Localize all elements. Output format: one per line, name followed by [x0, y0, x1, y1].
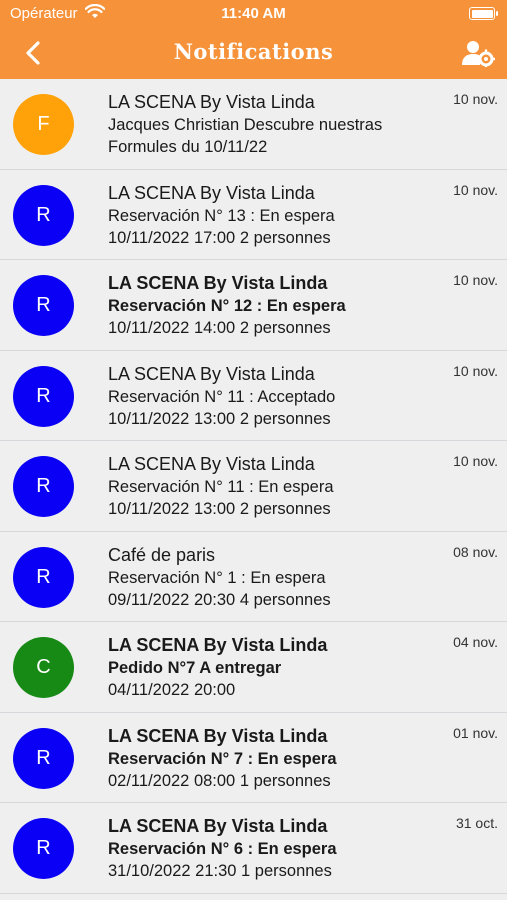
notification-detail: 04/11/2022 20:00 [108, 681, 236, 699]
notification-subject: Reservación N° 12 : En espera [108, 297, 346, 315]
notification-text: LA SCENA By Vista Linda Reservación N° 7 … [108, 724, 428, 792]
notification-detail: 31/10/2022 21:30 1 personnes [108, 862, 332, 880]
avatar: C [13, 637, 74, 698]
battery-icon [469, 7, 498, 20]
avatar-initial: C [36, 656, 51, 678]
notification-subject: Reservación N° 13 : En espera [108, 206, 335, 225]
avatar-initial: R [36, 203, 51, 226]
notification-row[interactable]: R LA SCENA By Vista Linda Reservación N° 1… [0, 170, 507, 260]
navigation-bar: Notifications [0, 27, 507, 79]
avatar: R [13, 456, 74, 517]
notification-title: Café de paris [108, 544, 216, 565]
notification-subject: Pedido N°7 A entregar [108, 659, 282, 677]
notification-text: Café de paris Reservación N° 1 : En esper… [108, 543, 428, 611]
clock: 11:40 AM [221, 5, 286, 22]
avatar-initial: R [36, 746, 51, 769]
notification-date: 10 nov. [453, 181, 498, 198]
notification-title: LA SCENA By Vista Linda [108, 725, 328, 746]
notification-subject: Reservación N° 1 : En espera [108, 568, 326, 587]
notification-text: LA SCENA By Vista Linda Reservación N° 13… [108, 181, 428, 249]
notification-title: LA SCENA By Vista Linda [108, 182, 315, 203]
notification-date: 10 nov. [453, 272, 498, 288]
avatar-initial: R [36, 384, 51, 407]
notification-date: 10 nov. [453, 453, 498, 469]
notification-date: 10 nov. [453, 362, 498, 379]
avatar-initial: R [36, 837, 51, 859]
avatar: F [13, 94, 74, 155]
notification-detail: 02/11/2022 08:00 1 personnes [108, 771, 331, 790]
notification-text: LA SCENA By Vista Linda Jacques Christian… [108, 90, 428, 158]
notification-subject: Reservación N° 7 : En espera [108, 749, 337, 768]
avatar: R [13, 546, 74, 608]
notification-title: LA SCENA By Vista Linda [108, 816, 328, 836]
notification-text: LA SCENA By Vista Linda Reservación N° 6 … [108, 814, 428, 882]
notification-row[interactable]: R LA SCENA By Vista Linda Reservación N° 6… [0, 803, 507, 894]
notification-row[interactable]: R LA SCENA By Vista Linda Reservación N° 1… [0, 441, 507, 532]
avatar: R [13, 275, 74, 336]
avatar: R [13, 365, 74, 427]
notification-title: LA SCENA By Vista Linda [108, 363, 315, 384]
notification-row[interactable]: C LA SCENA By Vista Linda Pedido N°7 A ent… [0, 622, 507, 713]
notification-date: 01 nov. [453, 724, 498, 741]
notification-date: 08 nov. [453, 543, 498, 560]
notification-list: F LA SCENA By Vista Linda Jacques Christia… [0, 79, 507, 900]
notification-row[interactable]: R LA SCENA By Vista Linda Reservación N° 7… [0, 713, 507, 803]
status-bar: Opérateur 11:40 AM [0, 0, 507, 27]
notification-detail: Formules du 10/11/22 [108, 138, 268, 156]
notification-date: 10 nov. [453, 91, 498, 107]
notification-title: LA SCENA By Vista Linda [108, 454, 315, 474]
avatar-initial: R [36, 475, 51, 497]
notification-subject: Jacques Christian Descubre nuestras [108, 116, 383, 134]
notification-text: LA SCENA By Vista Linda Reservación N° 12… [108, 271, 428, 339]
notification-title: LA SCENA By Vista Linda [108, 273, 328, 293]
avatar-initial: F [37, 113, 50, 135]
user-settings-icon[interactable] [461, 39, 495, 67]
notification-text: LA SCENA By Vista Linda Reservación N° 11… [108, 452, 428, 520]
notification-detail: 10/11/2022 14:00 2 personnes [108, 319, 331, 337]
notification-row[interactable]: R LA SCENA By Vista Linda Reservación N° 1… [0, 260, 507, 351]
notification-date: 31 oct. [455, 815, 498, 831]
notification-text: LA SCENA By Vista Linda Pedido N°7 A entr… [108, 633, 428, 701]
avatar: R [13, 184, 74, 246]
notification-subject: Reservación N° 6 : En espera [108, 840, 337, 858]
notification-row[interactable]: R LA SCENA By Vista Linda Reservación N° 1… [0, 351, 507, 441]
notification-detail: 10/11/2022 13:00 2 personnes [108, 500, 331, 518]
avatar: R [13, 727, 74, 789]
avatar-initial: R [36, 294, 51, 316]
notification-title: LA SCENA By Vista Linda [108, 635, 328, 655]
notification-date: 04 nov. [453, 634, 498, 650]
notification-text: LA SCENA By Vista Linda Reservación N° 11… [108, 362, 428, 430]
notification-detail: 09/11/2022 20:30 4 personnes [108, 590, 331, 609]
notification-title: LA SCENA By Vista Linda [108, 92, 315, 112]
notification-row[interactable]: F LA SCENA By Vista Linda Jacques Christia… [0, 79, 507, 170]
notification-subject: Reservación N° 11 : Acceptado [108, 387, 336, 406]
avatar-initial: R [36, 565, 51, 588]
page-title: Notifications [173, 39, 334, 64]
avatar: R [13, 818, 74, 879]
notification-detail: 10/11/2022 13:00 2 personnes [108, 409, 331, 428]
notification-detail: 10/11/2022 17:00 2 personnes [108, 228, 331, 247]
notification-subject: Reservación N° 11 : En espera [108, 478, 334, 496]
notification-row[interactable]: R Café de paris Reservación N° 1 : En espe… [0, 532, 507, 622]
